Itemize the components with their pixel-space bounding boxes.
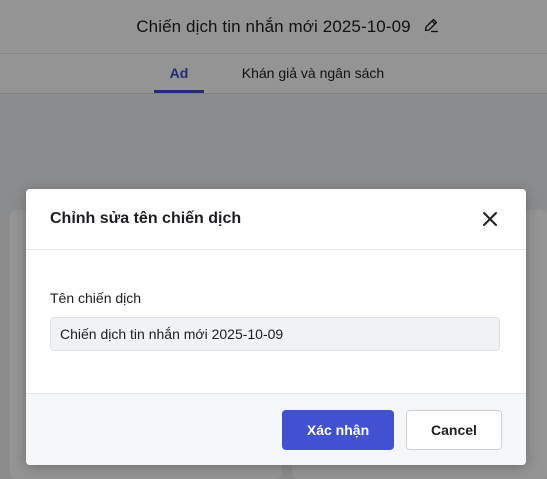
campaign-name-label: Tên chiến dịch (50, 290, 142, 306)
dialog-header: Chỉnh sửa tên chiến dịch (26, 189, 526, 250)
close-button[interactable] (476, 205, 504, 233)
cancel-button[interactable]: Cancel (406, 410, 502, 450)
campaign-name-input[interactable] (50, 317, 500, 351)
dialog-footer: Xác nhận Cancel (26, 393, 526, 465)
edit-campaign-name-dialog: Chỉnh sửa tên chiến dịch Tên chiến dịch … (26, 189, 526, 465)
confirm-button[interactable]: Xác nhận (282, 410, 394, 450)
dialog-title: Chỉnh sửa tên chiến dịch (50, 210, 242, 227)
close-icon (483, 212, 497, 226)
